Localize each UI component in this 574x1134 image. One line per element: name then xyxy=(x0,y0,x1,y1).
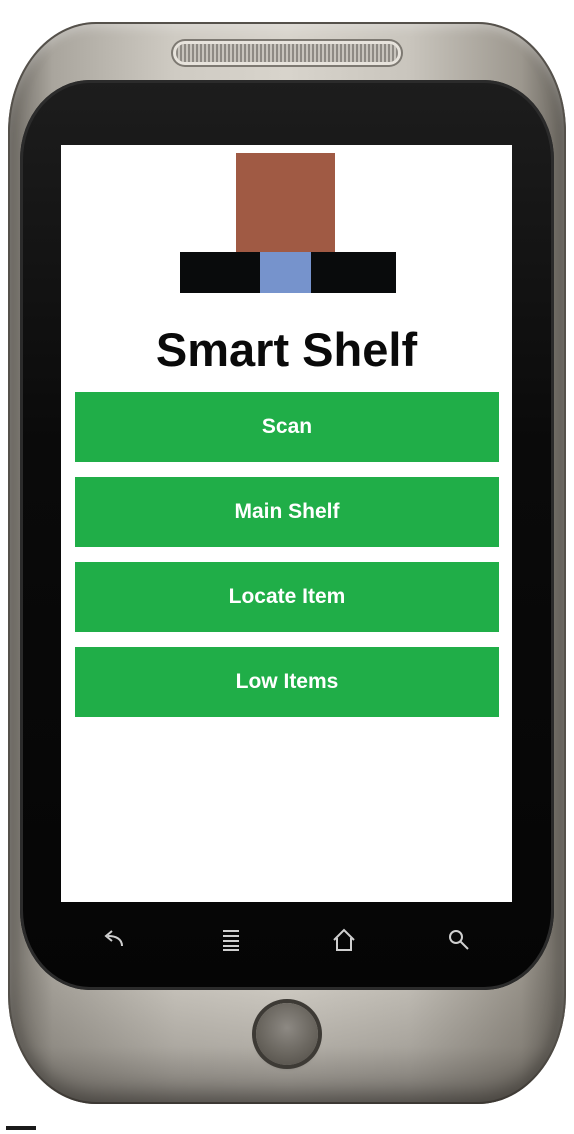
logo-top-block xyxy=(236,153,335,253)
locate-item-button[interactable]: Locate Item xyxy=(75,562,499,632)
low-items-button[interactable]: Low Items xyxy=(75,647,499,717)
search-icon[interactable] xyxy=(439,920,479,960)
main-shelf-button[interactable]: Main Shelf xyxy=(75,477,499,547)
softkey-bar xyxy=(61,912,512,972)
hardware-home-button[interactable] xyxy=(256,1003,318,1065)
app-logo xyxy=(61,145,512,295)
logo-shelf-left xyxy=(180,252,260,293)
device-frame: Smart Shelf Scan Main Shelf Locate Item … xyxy=(0,0,574,1134)
scan-button[interactable]: Scan xyxy=(75,392,499,462)
logo-shelf-right xyxy=(311,252,396,293)
back-icon[interactable] xyxy=(93,920,133,960)
home-icon[interactable] xyxy=(324,920,364,960)
menu-icon[interactable] xyxy=(211,920,251,960)
logo-shelf-center xyxy=(260,252,311,293)
earpiece-speaker xyxy=(176,44,398,62)
app-title: Smart Shelf xyxy=(155,323,418,376)
app-screen: Smart Shelf Scan Main Shelf Locate Item … xyxy=(61,145,512,902)
divider xyxy=(6,1126,36,1130)
